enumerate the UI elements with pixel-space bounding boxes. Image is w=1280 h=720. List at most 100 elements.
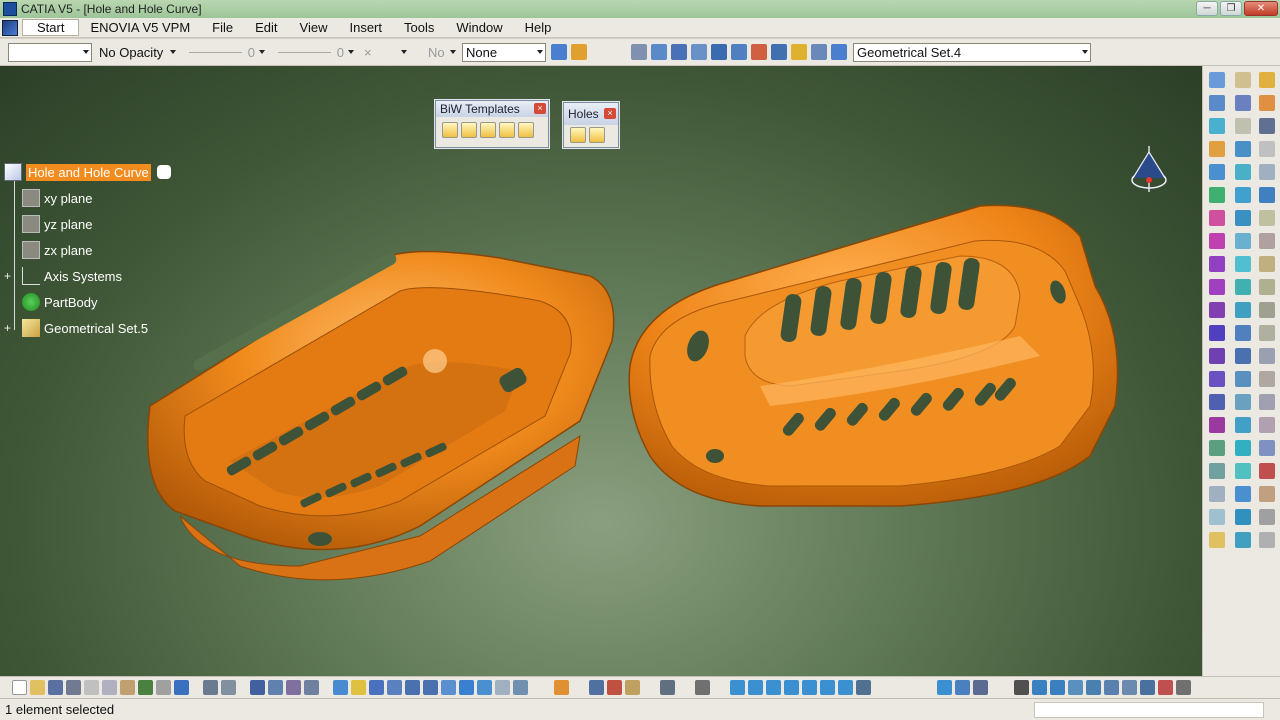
rotate-view-icon[interactable] <box>387 680 402 695</box>
symmetry-icon[interactable] <box>1235 371 1251 387</box>
line-icon[interactable] <box>1209 95 1225 111</box>
swap-visible-space-icon[interactable] <box>831 44 847 60</box>
environment-icon[interactable] <box>1122 680 1137 695</box>
scaling-icon[interactable] <box>1235 394 1251 410</box>
reflect-line-icon[interactable] <box>1235 279 1251 295</box>
render-style-icon[interactable] <box>937 680 952 695</box>
trim-icon[interactable] <box>1209 463 1225 479</box>
extract-icon[interactable] <box>1209 509 1225 525</box>
tree-node-yz-plane[interactable]: yz plane <box>22 213 92 235</box>
catia-document-icon[interactable] <box>2 19 18 36</box>
paste-icon[interactable] <box>120 680 135 695</box>
view-left-icon[interactable] <box>766 680 781 695</box>
porcupine-icon[interactable] <box>1259 325 1275 341</box>
annotation-icon[interactable] <box>1259 210 1275 226</box>
template-3-icon[interactable] <box>480 122 496 138</box>
section-icon[interactable] <box>1086 680 1101 695</box>
save-icon[interactable] <box>48 680 63 695</box>
template-4-icon[interactable] <box>499 122 515 138</box>
tree-node-axis-systems[interactable]: + Axis Systems <box>4 265 122 287</box>
parallel-curve-icon[interactable] <box>1235 164 1251 180</box>
mapping-icon[interactable] <box>1259 371 1275 387</box>
constraint-icon[interactable] <box>1259 187 1275 203</box>
hole-icon[interactable] <box>570 127 586 143</box>
rotate-tool-icon[interactable] <box>1235 348 1251 364</box>
named-views-icon[interactable] <box>856 680 871 695</box>
sketch-analysis-icon[interactable] <box>589 680 604 695</box>
fit-all-in-icon[interactable] <box>351 680 366 695</box>
wireframe-point-icon[interactable] <box>1209 72 1225 88</box>
knowledge-advisor-icon[interactable] <box>304 680 319 695</box>
dot-icon[interactable] <box>1014 680 1029 695</box>
fill-icon[interactable] <box>1209 348 1225 364</box>
menu-help[interactable]: Help <box>514 20 563 35</box>
name-combo[interactable] <box>8 42 92 62</box>
circle-icon[interactable] <box>1209 141 1225 157</box>
highlight-icon[interactable] <box>1259 417 1275 433</box>
options-icon[interactable] <box>1259 509 1275 525</box>
open-folder-icon[interactable] <box>30 680 45 695</box>
catalog-browser-icon[interactable] <box>268 680 283 695</box>
formula-fx-icon[interactable] <box>203 680 218 695</box>
biw-templates-toolbar[interactable]: BiW Templates × <box>435 100 549 148</box>
curvature-analysis-icon[interactable] <box>1259 279 1275 295</box>
compass-tool-icon[interactable] <box>1140 680 1155 695</box>
tree-node-partbody[interactable]: PartBody <box>22 291 97 313</box>
split-icon[interactable] <box>1209 440 1225 456</box>
power-input-field[interactable] <box>1034 702 1264 718</box>
extrude-icon[interactable] <box>1209 210 1225 226</box>
layer-no-combo[interactable]: No <box>413 42 459 62</box>
revolve-icon[interactable] <box>1209 233 1225 249</box>
update-icon[interactable] <box>660 680 675 695</box>
shading-material-icon[interactable] <box>554 680 569 695</box>
hole-curve-icon[interactable] <box>589 127 605 143</box>
menu-edit[interactable]: Edit <box>244 20 288 35</box>
extrapolate-icon[interactable] <box>1235 463 1251 479</box>
connect-curve-icon[interactable] <box>1235 210 1251 226</box>
view-bottom-icon[interactable] <box>820 680 835 695</box>
join-icon[interactable] <box>1209 417 1225 433</box>
whats-this-icon[interactable] <box>174 680 189 695</box>
sweep-icon[interactable] <box>1209 325 1225 341</box>
view-iso-icon[interactable] <box>838 680 853 695</box>
formula-icon[interactable] <box>1259 141 1275 157</box>
projection-icon[interactable] <box>1235 118 1251 134</box>
depth-effect-icon[interactable] <box>973 680 988 695</box>
expand-plus-icon[interactable]: + <box>4 269 14 283</box>
delete-icon[interactable] <box>1158 680 1173 695</box>
zoom-icon[interactable] <box>711 44 727 60</box>
minimize-button[interactable]: ─ <box>1196 1 1218 16</box>
near-icon[interactable] <box>1235 509 1251 525</box>
menu-tools[interactable]: Tools <box>393 20 445 35</box>
catia-app-icon[interactable] <box>3 2 17 16</box>
fly-mode-icon[interactable] <box>631 44 647 60</box>
curve-analysis-icon[interactable] <box>1032 680 1047 695</box>
redo-icon[interactable] <box>156 680 171 695</box>
shape-icon[interactable] <box>1259 440 1275 456</box>
draft-analysis-icon[interactable] <box>1259 256 1275 272</box>
intersection-icon[interactable] <box>1235 141 1251 157</box>
normal-view-tool-icon[interactable] <box>441 680 456 695</box>
cut-icon[interactable] <box>84 680 99 695</box>
sketcher-icon[interactable] <box>1235 72 1251 88</box>
holes-toolbar[interactable]: Holes × <box>563 102 619 148</box>
isometric-view-icon[interactable] <box>477 680 492 695</box>
expand-plus-icon[interactable]: + <box>4 321 14 335</box>
menu-view[interactable]: View <box>289 20 339 35</box>
new-document-icon[interactable] <box>12 680 27 695</box>
tree-node-xy-plane[interactable]: xy plane <box>22 187 92 209</box>
tray-part[interactable] <box>147 250 615 581</box>
lid-part[interactable] <box>628 204 1119 507</box>
normal-view-icon[interactable] <box>731 44 747 60</box>
publish-icon[interactable] <box>1259 463 1275 479</box>
polyline-icon[interactable] <box>1235 302 1251 318</box>
shading-icon[interactable] <box>791 44 807 60</box>
menu-enovia[interactable]: ENOVIA V5 VPM <box>79 20 201 35</box>
catalog-icon[interactable] <box>1259 486 1275 502</box>
lighting-icon[interactable] <box>955 680 970 695</box>
restore-button[interactable]: ❐ <box>1220 1 1242 16</box>
texture-icon[interactable] <box>1104 680 1119 695</box>
view-back-icon[interactable] <box>748 680 763 695</box>
format-brush-icon[interactable] <box>571 44 587 60</box>
cylinder-icon[interactable] <box>1209 279 1225 295</box>
